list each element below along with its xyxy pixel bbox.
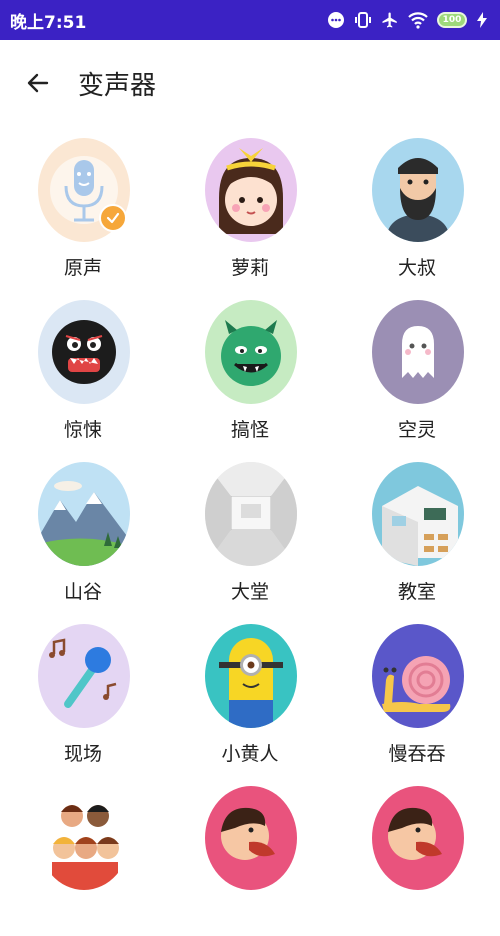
- effect-item-hall[interactable]: 大堂: [170, 450, 330, 612]
- effect-label: 大堂: [230, 581, 269, 603]
- battery-icon: 100: [437, 12, 467, 28]
- effect-item-singer-1[interactable]: [170, 774, 330, 936]
- charging-icon: [477, 12, 487, 28]
- ghost-icon: [372, 300, 464, 404]
- mountain-valley-icon: [38, 462, 130, 566]
- snail-icon: [372, 624, 464, 728]
- loli-girl-icon: [205, 138, 297, 242]
- effect-item-live[interactable]: 现场: [3, 612, 163, 774]
- classroom-icon: [372, 462, 464, 566]
- green-devil-icon: [205, 300, 297, 404]
- effect-item-slow[interactable]: 慢吞吞: [337, 612, 497, 774]
- uncle-icon: [372, 138, 464, 242]
- effect-label: 原声: [63, 257, 102, 279]
- effect-item-singer-2[interactable]: [337, 774, 497, 936]
- effect-item-minion[interactable]: 小黄人: [170, 612, 330, 774]
- effect-item-classroom[interactable]: 教室: [337, 450, 497, 612]
- effect-label: 现场: [63, 743, 102, 765]
- effect-label: 教室: [397, 581, 436, 603]
- effect-item-chorus[interactable]: [3, 774, 163, 936]
- effect-label: 惊悚: [63, 419, 102, 441]
- battery-level: 100: [442, 15, 462, 25]
- effect-item-ethereal[interactable]: 空灵: [337, 288, 497, 450]
- message-icon: [328, 12, 344, 28]
- effect-label: 慢吞吞: [388, 743, 446, 765]
- back-button[interactable]: [22, 67, 54, 99]
- wifi-icon: [408, 12, 428, 29]
- hall-icon: [205, 462, 297, 566]
- singer-icon: [205, 786, 297, 890]
- effect-item-valley[interactable]: 山谷: [3, 450, 163, 612]
- status-icons: 100: [327, 11, 488, 29]
- effect-item-funny[interactable]: 搞怪: [170, 288, 330, 450]
- effect-label: 大叔: [397, 257, 436, 279]
- effect-label: 搞怪: [230, 419, 269, 441]
- vibrate-icon: [355, 12, 371, 28]
- page-title: 变声器: [78, 70, 157, 101]
- arrow-left-icon: [27, 73, 49, 93]
- minion-icon: [205, 624, 297, 728]
- effect-label: 山谷: [63, 581, 102, 603]
- effect-label: 萝莉: [230, 257, 269, 279]
- effect-label: 空灵: [397, 419, 436, 441]
- singer-icon: [372, 786, 464, 890]
- check-icon: [99, 204, 127, 232]
- chorus-icon: [38, 786, 130, 890]
- airplane-icon: [382, 12, 397, 28]
- effect-item-thriller[interactable]: 惊悚: [3, 288, 163, 450]
- monster-icon: [38, 300, 130, 404]
- status-bar: 晚上7:51 100: [0, 0, 500, 40]
- effect-label: 小黄人: [221, 743, 279, 765]
- effect-item-loli[interactable]: 萝莉: [170, 126, 330, 288]
- live-mic-icon: [38, 624, 130, 728]
- effect-item-uncle[interactable]: 大叔: [337, 126, 497, 288]
- status-time: 晚上7:51: [10, 12, 87, 33]
- effect-item-original[interactable]: 原声: [3, 126, 163, 288]
- app-bar: 变声器: [0, 40, 500, 126]
